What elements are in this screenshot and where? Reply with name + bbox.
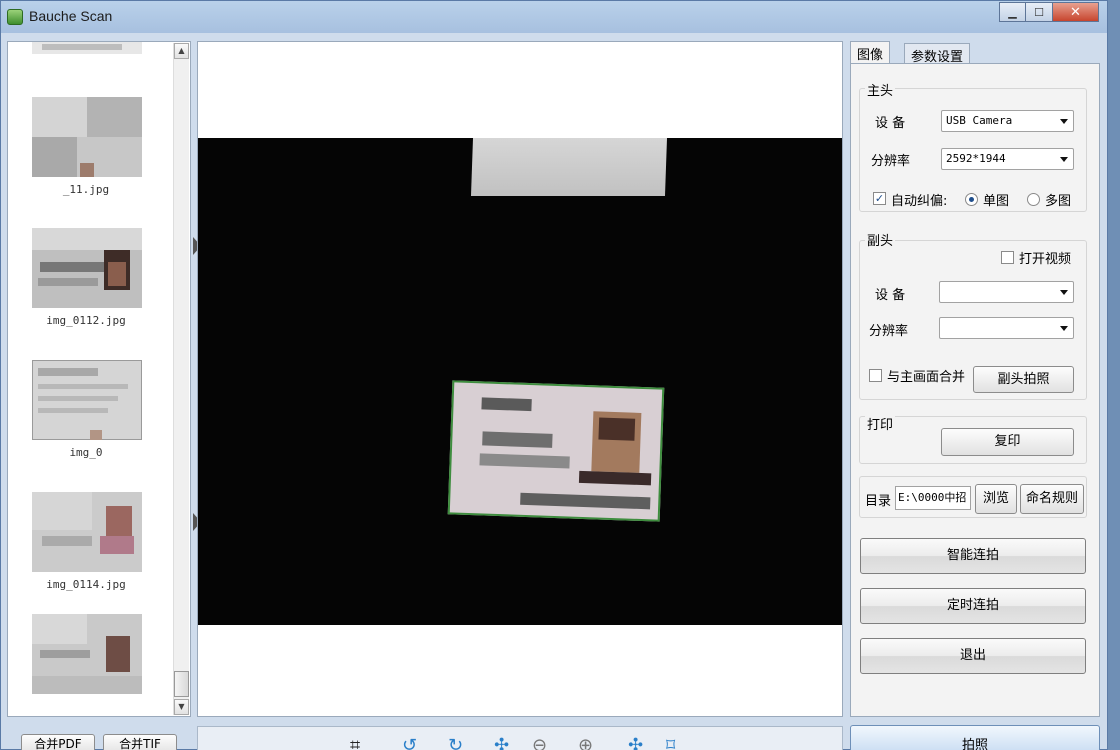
- zoom-out-icon[interactable]: ⊖: [532, 735, 547, 750]
- open-video-checkbox[interactable]: [1001, 251, 1014, 264]
- copy-button[interactable]: 复印: [941, 428, 1074, 456]
- chevron-down-icon: [1060, 157, 1068, 162]
- merge-tif-button[interactable]: 合并TIF: [103, 734, 177, 750]
- thumbnail-list[interactable]: _11.jpg img_0112.jpg img_0 img_0114.jpg …: [7, 41, 191, 717]
- timed-continuous-button[interactable]: 定时连拍: [860, 588, 1086, 624]
- thumbnail-image: [32, 228, 142, 308]
- main-head-label: 主头: [865, 80, 896, 99]
- sub-device-label: 设 备: [875, 288, 906, 303]
- title-bar[interactable]: Bauche Scan ▁ ☐ ✕: [1, 1, 1107, 33]
- scrollbar-thumb[interactable]: [174, 671, 189, 697]
- crop-icon[interactable]: ⌗: [350, 735, 360, 750]
- fullscreen-icon[interactable]: ⌑: [666, 735, 675, 750]
- sub-head-label: 副头: [865, 230, 896, 249]
- chevron-down-icon: [1060, 326, 1068, 331]
- directory-input[interactable]: E:\0000中招: [895, 486, 971, 510]
- merge-main-checkbox[interactable]: [869, 369, 882, 382]
- thumbnail-item[interactable]: [26, 614, 146, 714]
- paper-object: [470, 138, 668, 196]
- smart-continuous-button[interactable]: 智能连拍: [860, 538, 1086, 574]
- thumbnail-item[interactable]: img_0: [26, 360, 146, 460]
- thumbnail-caption: [26, 700, 146, 714]
- single-image-label: 单图: [983, 194, 1010, 209]
- main-device-label: 设 备: [875, 116, 906, 131]
- naming-rule-button[interactable]: 命名规则: [1020, 484, 1084, 514]
- image-toolbar: ⌗ ↺ ↻ ✣ ⊖ ⊕ ✣ ⌑: [197, 726, 843, 750]
- multi-image-label: 多图: [1045, 194, 1072, 209]
- sub-resolution-select[interactable]: [939, 317, 1074, 339]
- print-label: 打印: [865, 414, 896, 433]
- open-video-label: 打开视频: [1019, 252, 1072, 267]
- thumbnail-image: [32, 492, 142, 572]
- sub-head-capture-button[interactable]: 副头拍照: [973, 366, 1074, 393]
- thumbnail-image: [32, 614, 142, 694]
- camera-preview-panel: [197, 41, 843, 717]
- capture-button[interactable]: 拍照: [850, 725, 1100, 750]
- main-device-select[interactable]: USB Camera: [941, 110, 1074, 132]
- rotate-right-icon[interactable]: ↻: [448, 735, 463, 750]
- main-resolution-select[interactable]: 2592*1944: [941, 148, 1074, 170]
- thumbnail-item[interactable]: [26, 42, 146, 74]
- thumbnail-image: [32, 360, 142, 440]
- auto-deskew-checkbox[interactable]: ✓: [873, 192, 886, 205]
- directory-label: 目录: [865, 494, 892, 509]
- multi-image-radio[interactable]: [1027, 193, 1040, 206]
- sub-device-select[interactable]: [939, 281, 1074, 303]
- main-resolution-label: 分辨率: [871, 154, 911, 169]
- camera-feed[interactable]: [198, 138, 842, 625]
- app-logo-icon: [7, 9, 23, 25]
- thumbnail-caption: img_0: [69, 446, 103, 459]
- single-image-radio[interactable]: [965, 193, 978, 206]
- app-window: Bauche Scan ▁ ☐ ✕ _11.jpg img_0112.jpg i…: [0, 0, 1108, 750]
- merge-pdf-button[interactable]: 合并PDF: [21, 734, 95, 750]
- thumbnail-scrollbar[interactable]: ▲ ▼: [173, 43, 189, 715]
- window-title: Bauche Scan: [29, 8, 113, 24]
- chevron-down-icon: [1060, 290, 1068, 295]
- chevron-down-icon: [1060, 119, 1068, 124]
- maximize-button[interactable]: ☐: [1026, 2, 1053, 22]
- zoom-in-icon[interactable]: ⊕: [578, 735, 593, 750]
- thumbnail-item[interactable]: _11.jpg: [26, 97, 146, 197]
- detected-card: [447, 380, 665, 522]
- rotate-left-icon[interactable]: ↺: [402, 735, 417, 750]
- minimize-button[interactable]: ▁: [999, 2, 1026, 22]
- thumbnail-caption: _11.jpg: [62, 183, 110, 196]
- exit-button[interactable]: 退出: [860, 638, 1086, 674]
- settings-panel: 主头 设 备 USB Camera 分辨率 2592*1944 ✓ 自动纠偏: …: [850, 63, 1100, 717]
- thumbnail-caption: img_0114.jpg: [46, 578, 126, 591]
- scroll-up-icon[interactable]: ▲: [174, 43, 189, 59]
- thumbnail-image: [32, 42, 142, 54]
- auto-deskew-label: 自动纠偏:: [891, 194, 948, 209]
- thumbnail-caption: [26, 60, 146, 74]
- sub-resolution-label: 分辨率: [869, 324, 909, 339]
- tab-image[interactable]: 图像: [850, 41, 891, 63]
- thumbnail-caption: img_0112.jpg: [46, 314, 126, 327]
- tab-parameters[interactable]: 参数设置: [904, 43, 971, 65]
- thumbnail-item[interactable]: img_0112.jpg: [26, 228, 146, 328]
- fit-icon[interactable]: ✣: [494, 735, 509, 750]
- window-controls: ▁ ☐ ✕: [999, 2, 1099, 22]
- scroll-down-icon[interactable]: ▼: [174, 699, 189, 715]
- browse-button[interactable]: 浏览: [975, 484, 1017, 514]
- close-button[interactable]: ✕: [1053, 2, 1099, 22]
- merge-main-label: 与主画面合并: [887, 370, 966, 385]
- thumbnail-item[interactable]: img_0114.jpg: [26, 492, 146, 592]
- thumbnail-image: [32, 97, 142, 177]
- actual-size-icon[interactable]: ✣: [628, 735, 643, 750]
